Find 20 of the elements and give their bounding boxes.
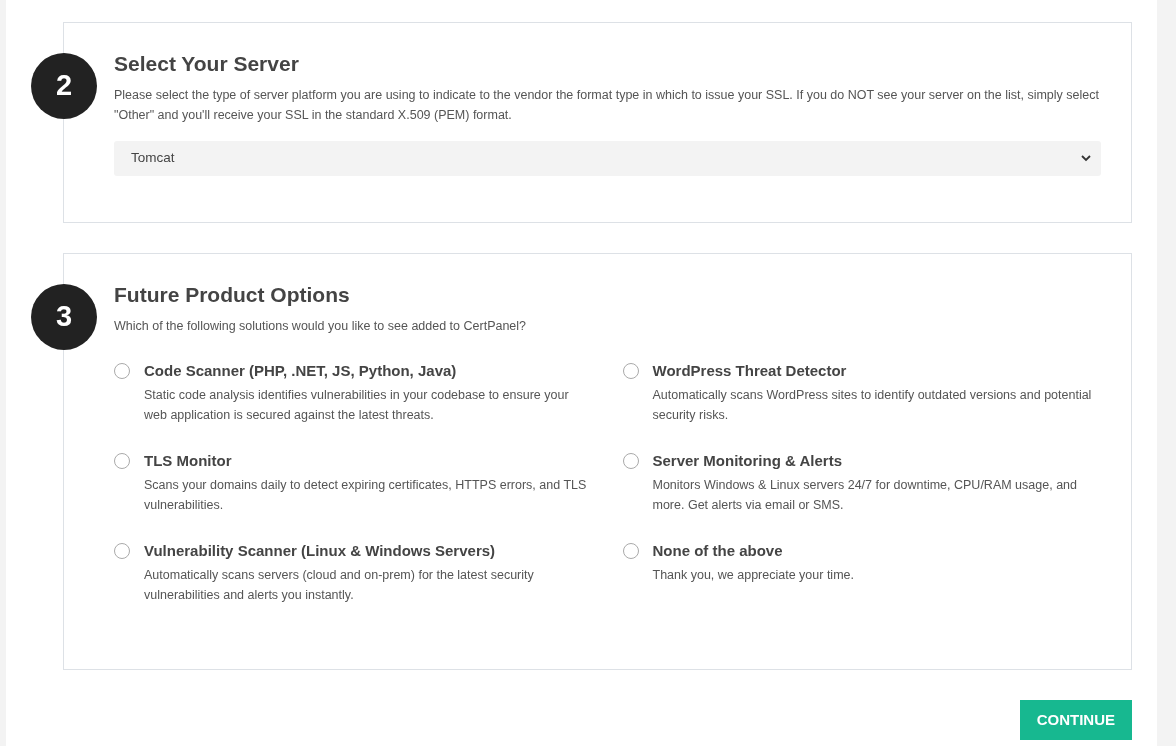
option-description: Automatically scans WordPress sites to identify outdated versions and potential security risks. <box>652 387 1093 424</box>
server-select[interactable]: Tomcat <box>114 141 1101 176</box>
section-title: Future Product Options <box>114 282 351 308</box>
option-title: Server Monitoring & Alerts <box>652 451 843 471</box>
section-description: Which of the following solutions would you like to see added to CertPanel? <box>114 318 528 335</box>
step-number: 3 <box>31 284 97 350</box>
option-title: Vulnerability Scanner (Linux & Windows Servers) <box>144 541 497 561</box>
option-title: None of the above <box>652 541 784 561</box>
option-description: Automatically scans servers (cloud and on-prem) for the latest security vulnerabilities and alerts you instantly. <box>144 567 535 604</box>
option-title: WordPress Threat Detector <box>652 361 848 381</box>
section-description: Please select the type of server platform you are using to indicate to the vendor the format type in which to issue your SSL. If you do NOT see your server on the list, simply select "Other" and you'll receive your SSL in the standard X.509 (PEM) format. <box>114 87 1100 124</box>
chevron-down-icon <box>1081 155 1091 162</box>
option-description: Static code analysis identifies vulnerabilities in your codebase to ensure your web application is secured against the latest threats. <box>144 387 570 424</box>
section-title: Select Your Server <box>114 51 300 77</box>
step-number: 2 <box>31 53 97 119</box>
option-description: Scans your domains daily to detect expiring certificates, HTTPS errors, and TLS vulnerabilities. <box>144 477 588 514</box>
option-title: TLS Monitor <box>144 451 233 471</box>
option-description: Thank you, we appreciate your time. <box>652 567 854 584</box>
option-title: Code Scanner (PHP, .NET, JS, Python, Java) <box>144 361 458 381</box>
option-description: Monitors Windows & Linux servers 24/7 for downtime, CPU/RAM usage, and more. Get alerts via email or SMS. <box>652 477 1078 514</box>
